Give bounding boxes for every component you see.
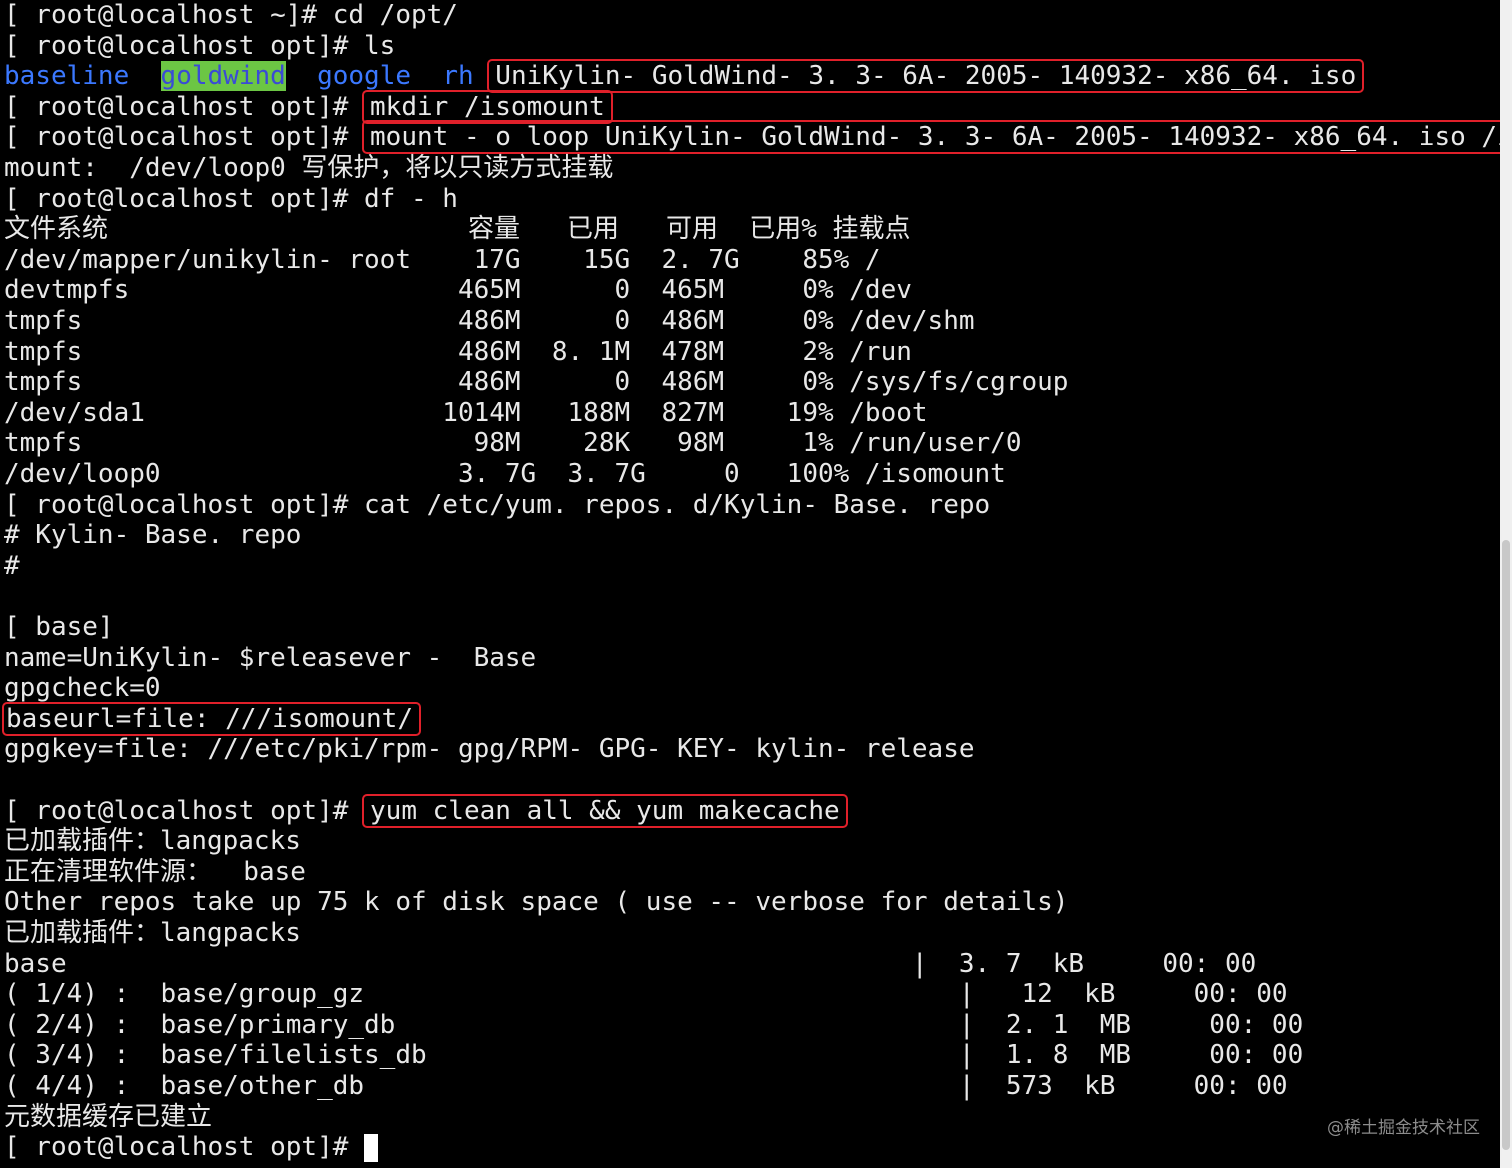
df-row: /dev/loop0 3. 7G 3. 7G 0 100% /isomount (4, 459, 1006, 489)
terminal-line: [ base] (4, 612, 114, 642)
dir-rh: rh (442, 61, 474, 92)
dir-baseline: baseline (4, 61, 130, 92)
df-row: tmpfs 486M 0 486M 0% /sys/fs/cgroup (4, 367, 1069, 398)
terminal-line: [ root@localhost opt]# ls (4, 30, 396, 61)
df-header-line: 文件系统 容量 已用 可用 已用% 挂载点 (4, 214, 911, 245)
yum-progress-row: ( 4/4) : base/other_db | 573 kB 00: 00 (4, 1071, 1288, 1101)
watermark: @稀土掘金技术社区 (1327, 1118, 1480, 1138)
df-row: tmpfs 98M 28K 98M 1% /run/user/0 (4, 428, 1022, 459)
yum-progress-row: ( 3/4) : base/filelists_db | 1. 8 MB 00:… (4, 1040, 1304, 1071)
terminal-line: [ root@localhost opt]# cat /etc/yum. rep… (4, 489, 991, 520)
terminal-line: [ root@localhost opt]# mount - o loop Un… (4, 120, 1500, 155)
terminal-line: name=UniKylin- $releasever - Base (4, 642, 537, 673)
active-prompt-line[interactable]: [ root@localhost opt]# (4, 1132, 379, 1163)
terminal-line: 已加载插件：langpacks (4, 918, 301, 948)
terminal-line: 元数据缓存已建立 (4, 1101, 213, 1132)
yum-command-highlighted: yum clean all && yum makecache (362, 793, 848, 828)
shell-prompt: [ root@localhost opt]# (4, 1132, 365, 1163)
terminal-line: [ root@localhost opt]# mkdir /isomount (4, 89, 613, 124)
df-row: tmpfs 486M 0 486M 0% /dev/shm (4, 306, 975, 336)
df-row: tmpfs 486M 8. 1M 478M 2% /run (4, 336, 912, 367)
mkdir-command-highlighted: mkdir /isomount (362, 89, 613, 124)
terminal-line: mount: /dev/loop0 写保护，将以只读方式挂载 (4, 153, 614, 183)
terminal-window[interactable]: [ root@localhost ~]# cd /opt/ [ root@loc… (0, 0, 1500, 1168)
df-row: /dev/mapper/unikylin- root 17G 15G 2. 7G… (4, 244, 881, 275)
mount-command-highlighted: mount - o loop UniKylin- GoldWind- 3. 3-… (362, 120, 1500, 155)
iso-file-highlighted: UniKylin- GoldWind- 3. 3- 6A- 2005- 1409… (487, 59, 1365, 94)
scrollbar-thumb[interactable] (1502, 540, 1510, 1150)
baseurl-highlighted: baseurl=file: ///isomount/ (2, 701, 421, 736)
terminal-line: [ root@localhost ~]# cd /opt/ (4, 0, 458, 30)
yum-progress-row: ( 2/4) : base/primary_db | 2. 1 MB 00: 0… (4, 1009, 1304, 1040)
terminal-line: gpgkey=file: ///etc/pki/rpm- gpg/RPM- GP… (4, 734, 975, 765)
terminal-line: Other repos take up 75 k of disk space (… (4, 887, 1069, 918)
yum-progress-row: base | 3. 7 kB 00: 00 (4, 948, 1257, 979)
terminal-line: 已加载插件：langpacks (4, 826, 301, 857)
terminal-line: # Kylin- Base. repo (4, 520, 302, 551)
yum-progress-row: ( 1/4) : base/group_gz | 12 kB 00: 00 (4, 979, 1288, 1010)
terminal-line: # (4, 550, 20, 581)
df-row: /dev/sda1 1014M 188M 827M 19% /boot (4, 397, 928, 428)
terminal-line: baseurl=file: ///isomount/ (2, 701, 421, 736)
terminal-line: [ root@localhost opt]# df - h (4, 183, 458, 214)
ls-output-line: baseline goldwind google rh UniKylin- Go… (4, 59, 1365, 94)
terminal-line: 正在清理软件源： base (4, 856, 306, 887)
terminal-line: [ root@localhost opt]# yum clean all && … (4, 793, 848, 828)
dir-google: google (317, 61, 412, 92)
text-cursor[interactable] (364, 1133, 379, 1162)
vertical-scrollbar[interactable] (1500, 0, 1512, 1168)
shell-prompt: [ root@localhost opt]# (4, 795, 365, 826)
df-row: devtmpfs 465M 0 465M 0% /dev (4, 275, 912, 306)
shell-prompt: [ root@localhost opt]# (4, 122, 365, 153)
dir-goldwind: goldwind (160, 61, 286, 92)
terminal-line: gpgcheck=0 (4, 673, 161, 704)
shell-prompt: [ root@localhost opt]# (4, 91, 365, 122)
